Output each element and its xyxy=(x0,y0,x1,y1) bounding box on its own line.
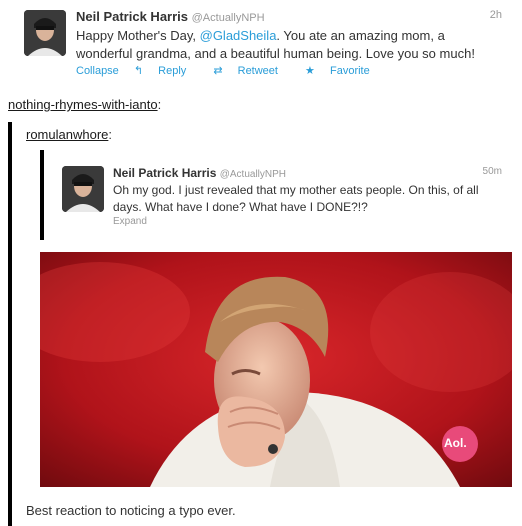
aol-watermark: Aol. xyxy=(444,436,467,450)
post-caption: Best reaction to noticing a typo ever. xyxy=(26,503,236,518)
tweet-header: Neil Patrick Harris @ActuallyNPH xyxy=(113,166,286,180)
inner-quote-bar xyxy=(40,150,44,240)
tweet-actions: Collapse ↰ Reply ⇄ Retweet ★ Favorite xyxy=(76,64,394,77)
collapse-link[interactable]: Collapse xyxy=(76,65,119,77)
reblog-username[interactable]: nothing-rhymes-with-ianto xyxy=(8,97,158,112)
reply-arrow-icon: ↰ xyxy=(133,65,144,77)
author-name[interactable]: Neil Patrick Harris xyxy=(113,166,216,180)
tweet-text: Oh my god. I just revealed that my mothe… xyxy=(113,183,479,214)
author-handle[interactable]: @ActuallyNPH xyxy=(192,12,265,24)
avatar[interactable] xyxy=(62,166,104,212)
tweet-text: Happy Mother's Day, @GladSheila. You ate… xyxy=(76,28,475,61)
reply-button[interactable]: ↰ Reply xyxy=(134,65,198,77)
favorite-button[interactable]: ★ Favorite xyxy=(305,65,382,77)
author-name[interactable]: Neil Patrick Harris xyxy=(76,9,188,24)
tweet-header: Neil Patrick Harris @ActuallyNPH xyxy=(76,9,265,24)
avatar[interactable] xyxy=(24,10,66,56)
mention-link[interactable]: @GladSheila xyxy=(200,28,277,43)
quote-username[interactable]: romulanwhore xyxy=(26,127,108,142)
tweet-timestamp[interactable]: 50m xyxy=(483,166,502,177)
expand-link[interactable]: Expand xyxy=(113,216,147,227)
author-handle[interactable]: @ActuallyNPH xyxy=(220,169,286,180)
quote-user: romulanwhore: xyxy=(26,127,112,142)
retweet-icon: ⇄ xyxy=(213,65,223,77)
reaction-gif: Aol. xyxy=(40,252,512,487)
star-icon: ★ xyxy=(305,65,315,77)
reblog-user: nothing-rhymes-with-ianto: xyxy=(8,97,162,112)
quote-bar xyxy=(8,122,12,526)
tweet-timestamp[interactable]: 2h xyxy=(490,9,502,21)
retweet-button[interactable]: ⇄ Retweet xyxy=(213,65,290,77)
